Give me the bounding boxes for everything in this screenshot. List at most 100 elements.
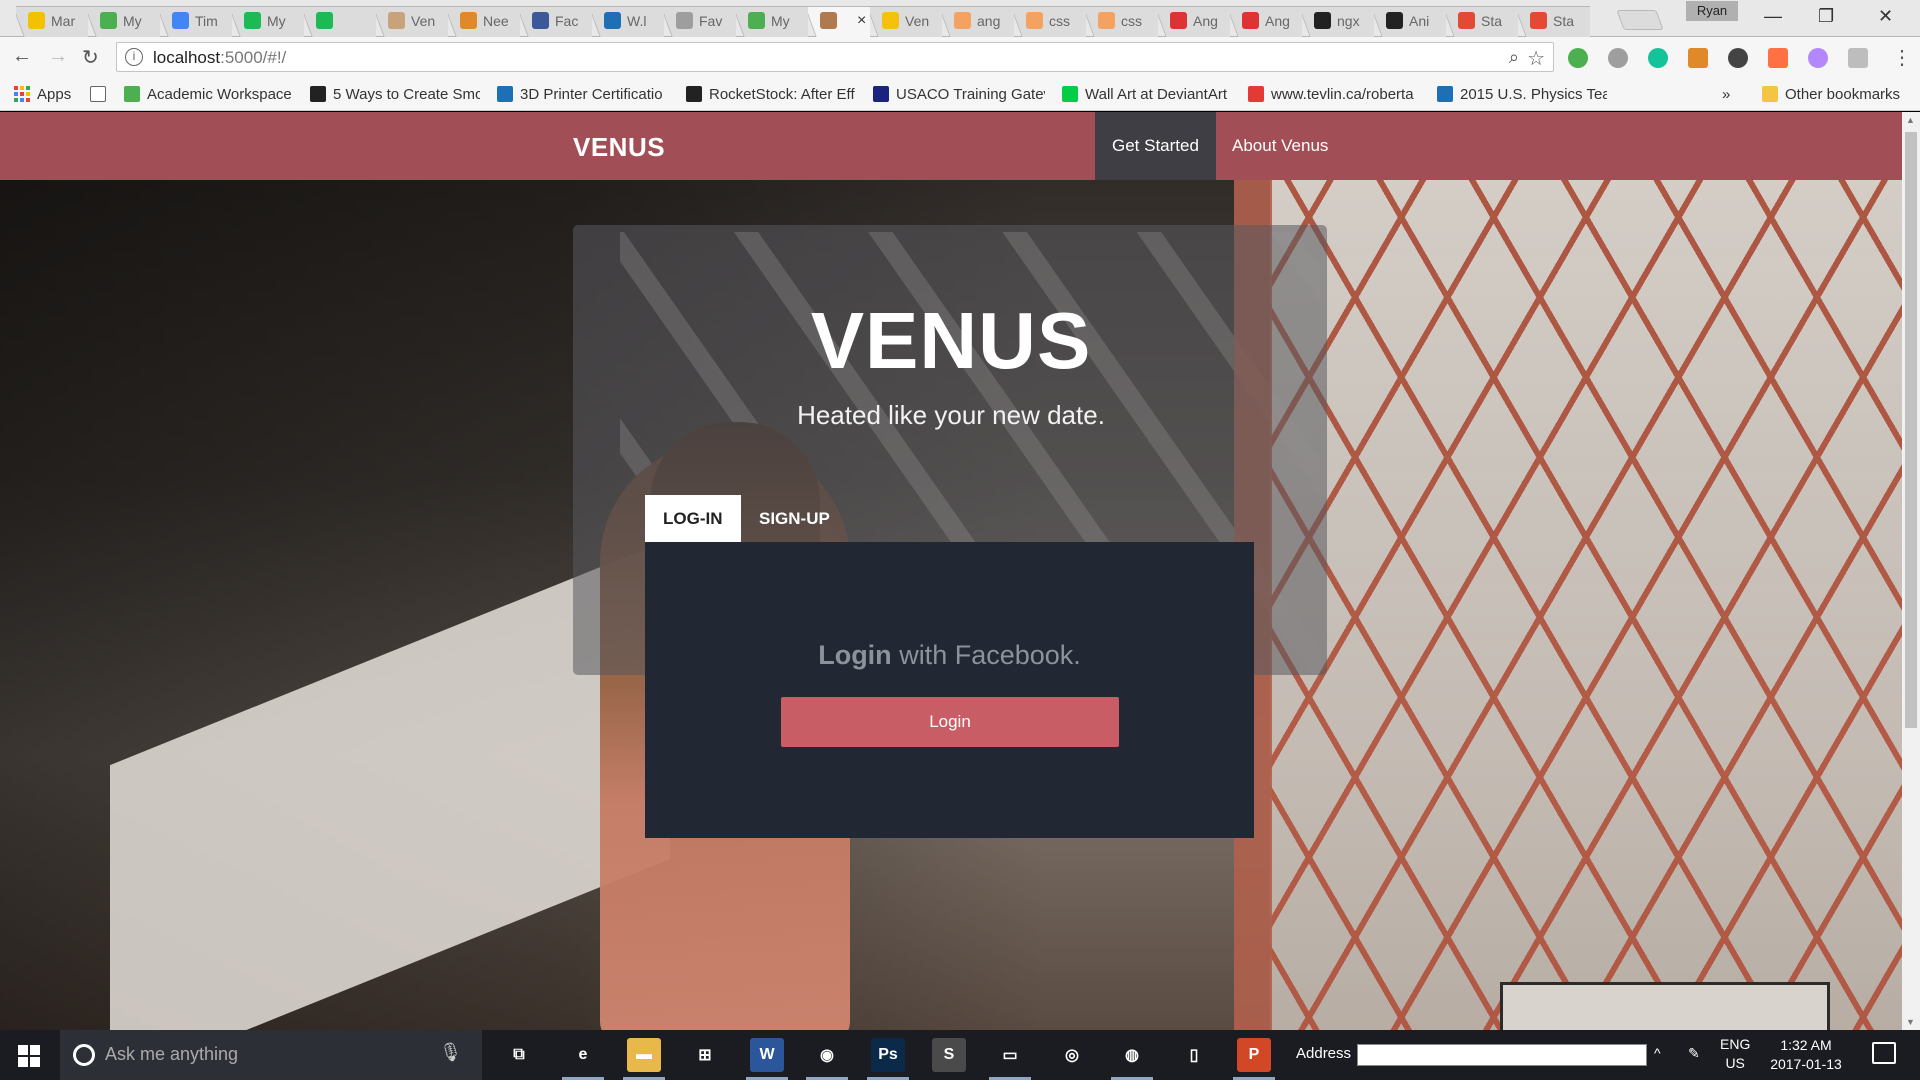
scroll-up-icon[interactable]: ▲ [1906,115,1915,125]
tab-favicon-icon [244,12,261,29]
back-icon[interactable]: ← [12,45,32,68]
minimize-icon[interactable]: — [1764,6,1782,27]
browser-tab[interactable]: Sta [1518,4,1590,37]
sublime-icon[interactable]: S [932,1038,966,1072]
pen-icon[interactable]: ✎ [1688,1045,1700,1062]
nav-about-venus[interactable]: About Venus [1215,112,1345,180]
bookmark-item[interactable]: 3D Printer Certificatio [497,83,663,105]
cortana-search-box[interactable]: Ask me anything 🎙 [60,1030,482,1080]
adblock-icon[interactable] [1608,48,1628,68]
browser-tab[interactable]: W.l [592,4,664,37]
bookmark-item[interactable]: Wall Art at DeviantArt [1062,83,1227,105]
browser-tab[interactable]: ngx [1302,4,1374,37]
terminal-icon[interactable]: ▭ [989,1038,1031,1080]
grammarly-icon[interactable] [1648,48,1668,68]
action-center-icon[interactable] [1872,1042,1896,1064]
restore-icon[interactable]: ❐ [1818,6,1834,27]
bookmark-label: Wall Art at DeviantArt [1085,85,1227,103]
browser-tab[interactable]: Fac [520,4,592,37]
bookmark-item[interactable]: Apps [14,83,71,105]
tab-close-icon[interactable]: × [857,12,866,30]
url-text[interactable]: localhost:5000/#!/ [153,48,286,68]
web-page: VENUS Get Started About Venus VENUS Heat… [0,112,1902,1030]
bookmark-item[interactable]: Academic Workspace [124,83,292,105]
navbar-brand[interactable]: VENUS [573,132,665,163]
other-bookmarks-folder[interactable]: Other bookmarks [1762,83,1900,105]
tab-favicon-icon [172,12,189,29]
bookmark-item[interactable]: www.tevlin.ca/roberta [1248,83,1414,105]
profile-button[interactable]: Ryan [1686,1,1738,21]
notepad-icon[interactable]: ▯ [1177,1038,1211,1072]
browser-tab[interactable]: My [736,4,808,37]
bookmark-item[interactable] [90,83,110,105]
bookmark-star-icon[interactable]: ☆ [1527,46,1545,71]
reload-icon[interactable]: ↻ [82,45,99,70]
browser-tab-active[interactable]: × [808,4,870,37]
browser-tab[interactable]: Ani [1374,4,1446,37]
browser-tab[interactable]: Mar [16,4,88,37]
login-prompt-rest: with Facebook. [891,640,1081,670]
extension-green-icon[interactable] [1568,48,1588,68]
browser-tab[interactable]: ang [942,4,1014,37]
browser-tab[interactable]: Tim [160,4,232,37]
page-scrollbar[interactable]: ▲ ▼ [1902,112,1920,1030]
microphone-icon[interactable]: 🎙 [439,1042,462,1063]
bookmark-item[interactable]: USACO Training Gatev [873,83,1045,105]
forward-icon[interactable]: → [48,45,68,68]
chrome-icon[interactable]: ◉ [806,1038,848,1080]
browser-tab[interactable]: Ven [376,4,448,37]
site-info-icon[interactable]: i [125,48,143,66]
login-prompt-bold: Login [818,640,892,670]
nav-get-started[interactable]: Get Started [1095,112,1216,180]
browser-tab[interactable]: Ang [1158,4,1230,37]
extension-rss-icon[interactable] [1768,48,1788,68]
new-tab-button[interactable] [1616,10,1664,30]
browser-tab[interactable]: css [1086,4,1158,37]
tab-title: Ven [905,12,930,29]
close-window-icon[interactable]: ✕ [1878,6,1893,27]
tray-overflow-icon[interactable]: ^ [1654,1045,1661,1061]
browser-tab[interactable] [304,4,376,37]
address-bar[interactable]: i localhost:5000/#!/ ⌕ ☆ [116,42,1554,72]
system-clock[interactable]: 1:32 AM 2017-01-13 [1760,1036,1852,1074]
bookmarks-overflow-icon[interactable]: » [1722,83,1730,105]
browser-tab[interactable]: My [232,4,304,37]
file-explorer-icon[interactable]: ▬ [623,1038,665,1080]
scroll-down-icon[interactable]: ▼ [1906,1017,1915,1027]
tab-sign-up[interactable]: SIGN-UP [741,495,848,542]
photoshop-icon[interactable]: Ps [867,1038,909,1080]
bookmark-item[interactable]: 5 Ways to Create Smo [310,83,480,105]
browser-tab[interactable]: Ven [870,4,942,37]
address-toolbar-input[interactable] [1357,1044,1647,1066]
camera-icon[interactable]: ◎ [1055,1038,1089,1072]
windows-start-icon[interactable] [18,1045,40,1067]
store-icon[interactable]: ⊞ [688,1038,722,1072]
browser-tab[interactable]: Nee [448,4,520,37]
browser-tab[interactable]: Ang [1230,4,1302,37]
chrome-menu-icon[interactable]: ⋮ [1892,45,1912,70]
login-button[interactable]: Login [781,697,1119,747]
tab-log-in[interactable]: LOG-IN [645,495,741,542]
tab-favicon-icon [604,12,621,29]
zoom-icon[interactable]: ⌕ [1509,47,1519,68]
printer-icon [497,86,513,102]
browser-tab[interactable]: Fav [664,4,736,37]
bookmark-item[interactable]: RocketStock: After Eff [686,83,855,105]
browser-tab[interactable]: css [1014,4,1086,37]
extension-face-icon[interactable] [1688,48,1708,68]
scrollbar-thumb[interactable] [1905,132,1917,728]
edge-icon[interactable]: e [562,1038,604,1080]
tab-favicon-icon [1386,12,1403,29]
browser-tab[interactable]: Sta [1446,4,1518,37]
word-icon[interactable]: W [746,1038,788,1080]
hero-subtitle: Heated like your new date. [797,400,1105,430]
powerpoint-icon[interactable]: P [1233,1038,1275,1080]
extension-purple-icon[interactable] [1808,48,1828,68]
extension-pdf-icon[interactable] [1848,48,1868,68]
bookmark-item[interactable]: 2015 U.S. Physics Tear [1437,83,1607,105]
extension-dark-icon[interactable] [1728,48,1748,68]
app-circle-icon[interactable]: ◍ [1111,1038,1153,1080]
task-view-icon[interactable]: ⧉ [502,1038,536,1072]
browser-tab[interactable]: My [88,4,160,37]
language-indicator[interactable]: ENG US [1720,1035,1750,1073]
